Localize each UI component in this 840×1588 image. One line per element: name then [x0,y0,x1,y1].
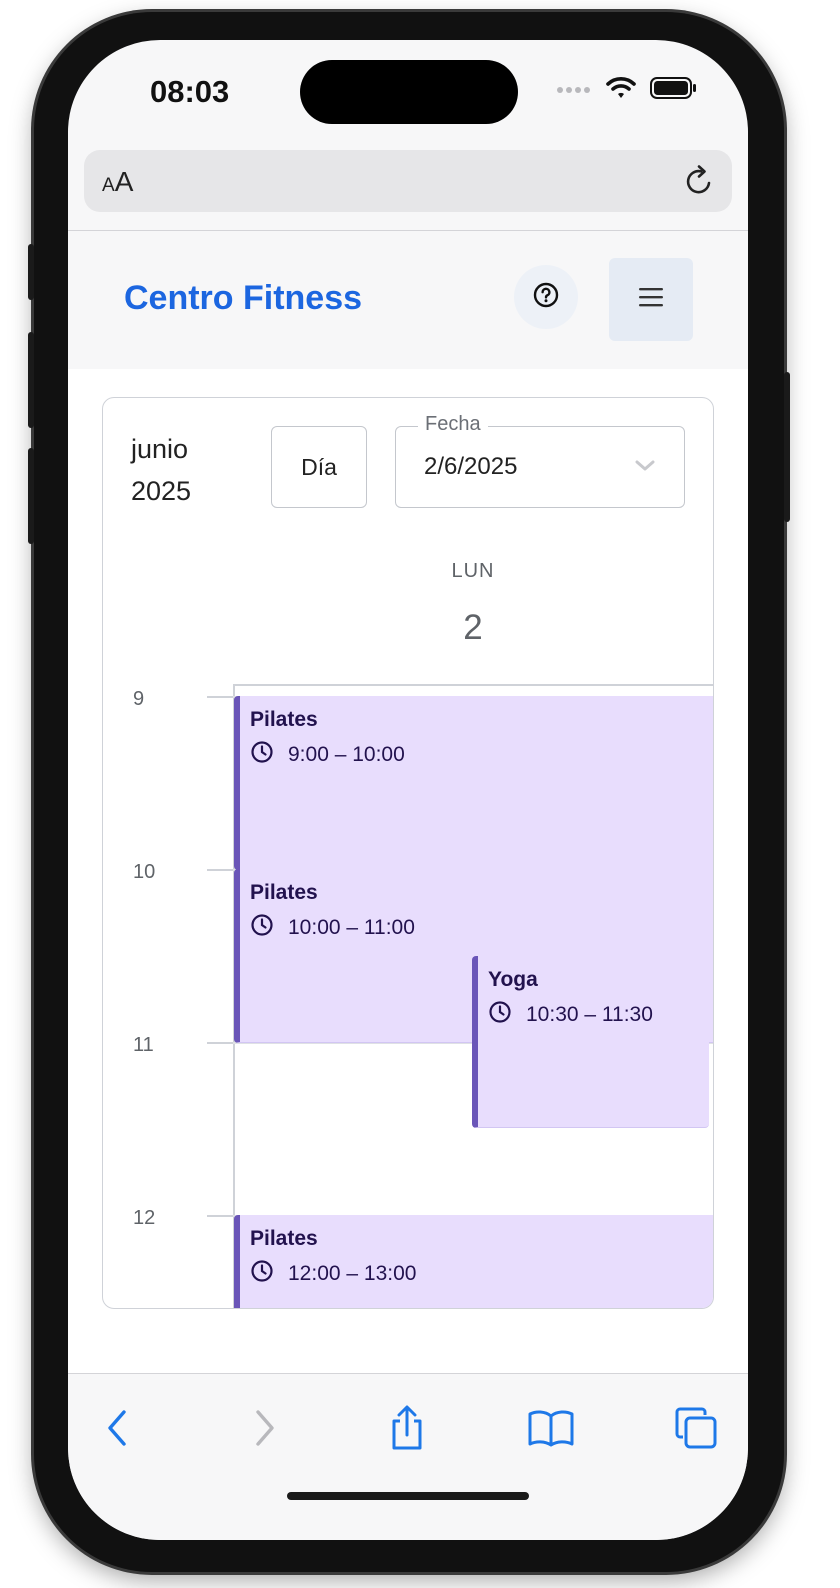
chevron-down-icon [634,459,656,478]
year-label: 2025 [131,476,192,506]
event-title: Pilates [250,708,318,731]
event-time: 12:00 – 13:00 [250,1259,416,1289]
side-button-silent [28,244,34,300]
event-time: 10:00 – 11:00 [250,913,415,943]
event-time-text: 10:00 – 11:00 [288,916,415,939]
hour-tick [207,1042,233,1044]
day-header-weekday: LUN [451,560,495,582]
event-title: Pilates [250,1227,318,1250]
date-field-label: Fecha [418,413,488,436]
hamburger-icon [637,286,665,313]
status-time: 08:03 [150,74,230,109]
text-size-button[interactable]: AA [102,166,133,198]
day-header-number[interactable]: 2 [233,608,713,648]
dynamic-island [300,60,518,124]
event-title: Pilates [250,881,318,904]
side-button-power [784,372,790,522]
hour-tick [207,696,233,698]
event-time-text: 12:00 – 13:00 [288,1262,417,1285]
clock-icon [488,1000,512,1030]
text-size-small-a: A [102,175,115,196]
help-icon [533,282,559,313]
hour-tick [207,869,233,871]
hour-label: 10 [133,861,156,883]
app-title[interactable]: Centro Fitness [124,279,362,318]
side-button-volume-down [28,448,34,544]
forward-icon [249,1408,279,1453]
signal-icon [556,82,592,100]
calendar-card: junio 2025 Día Fecha 2/6/2025 LUN 2 9 10… [102,397,714,1309]
hour-tick [207,1215,233,1217]
home-indicator [287,1492,529,1500]
bookmarks-button[interactable] [521,1400,581,1460]
side-button-volume-up [28,332,34,428]
phone-screen: 08:03 AA Centro Fitness junio 2025 Día F… [68,40,748,1540]
share-icon [387,1405,427,1456]
month-label: junio [131,434,189,464]
clock-icon [250,1259,274,1289]
status-bar: 08:03 [68,40,748,150]
event-time-text: 9:00 – 10:00 [288,743,405,766]
date-field-value: 2/6/2025 [424,453,518,480]
forward-button[interactable] [234,1400,294,1460]
month-year-label: junio 2025 [131,428,191,512]
event-title: Yoga [488,968,538,991]
hour-label: 9 [133,688,145,710]
back-button[interactable] [88,1400,148,1460]
event-time: 9:00 – 10:00 [250,740,405,770]
reload-icon[interactable] [682,164,716,203]
share-button[interactable] [377,1400,437,1460]
event-card[interactable]: Yoga 10:30 – 11:30 [472,956,709,1128]
main-content: junio 2025 Día Fecha 2/6/2025 LUN 2 9 10… [68,369,748,1373]
hour-label: 12 [133,1207,156,1229]
event-time: 10:30 – 11:30 [488,1000,653,1030]
browser-toolbar [68,1374,748,1540]
date-select[interactable]: Fecha 2/6/2025 [395,413,685,508]
back-icon [103,1408,133,1453]
hour-label: 11 [133,1034,154,1056]
event-card[interactable]: Pilates 9:00 – 10:00 [234,696,713,870]
time-grid: 9 10 11 12 Pilates 9:00 – 10:00 Pilates … [103,686,713,1308]
bookmarks-icon [527,1408,575,1453]
clock-icon [250,913,274,943]
status-icons [556,76,698,105]
tabs-icon [674,1406,718,1455]
battery-icon [650,76,698,105]
help-button[interactable] [514,265,578,329]
tabs-button[interactable] [666,1400,726,1460]
event-time-text: 10:30 – 11:30 [526,1003,653,1026]
view-mode-button[interactable]: Día [271,426,367,508]
text-size-large-a: A [114,166,134,197]
clock-icon [250,740,274,770]
event-card[interactable]: Pilates 12:00 – 13:00 [234,1215,713,1308]
menu-button[interactable] [609,258,693,341]
wifi-icon [606,76,636,105]
address-bar[interactable]: AA [84,150,732,212]
app-header: Centro Fitness [68,231,748,369]
